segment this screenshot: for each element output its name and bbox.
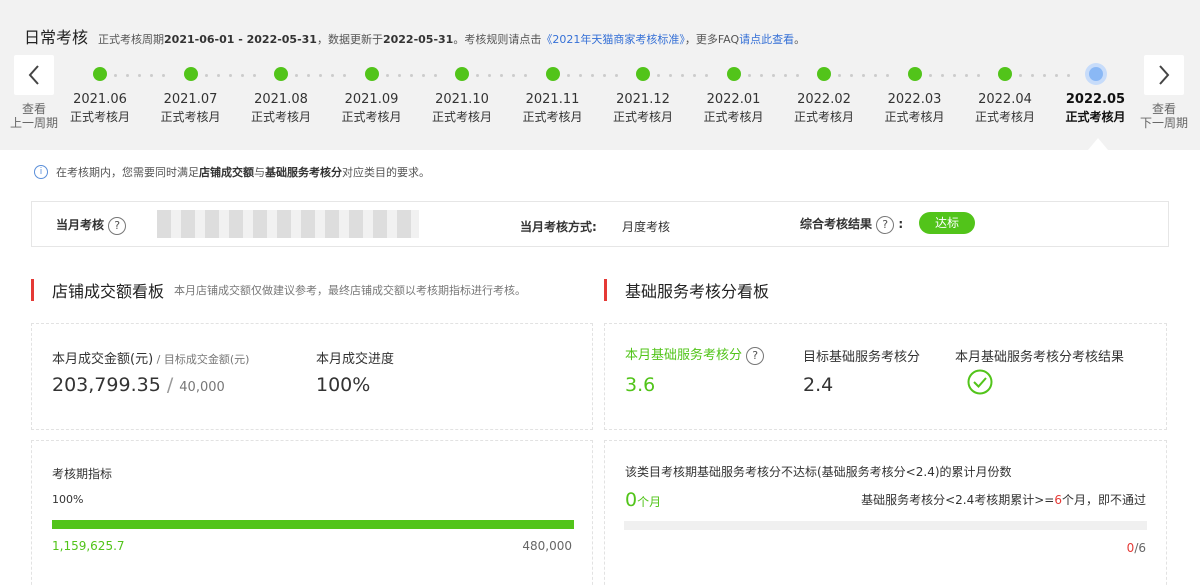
timeline-month-label: 2022.02	[797, 92, 851, 107]
gmv-note: 本月店铺成交额仅做建议参考，最终店铺成交额以考核期指标进行考核。	[174, 284, 527, 297]
info-icon: i	[34, 165, 48, 179]
timeline-dot	[998, 67, 1012, 81]
period-label: 考核期指标	[52, 467, 113, 481]
next-period-label[interactable]: 查看 下一周期	[1138, 102, 1190, 130]
target-score-value: 2.4	[803, 374, 834, 396]
timeline-month-type: 正式考核月	[69, 110, 130, 124]
score-value: 3.6	[625, 374, 656, 396]
timeline-dot	[183, 67, 198, 81]
check-circle-icon	[967, 369, 993, 395]
progress-value: 100%	[316, 374, 371, 396]
page-title: 日常考核	[24, 28, 89, 47]
timeline-month-type: 正式考核月	[160, 110, 221, 124]
timeline-month-type: 正式考核月	[522, 110, 583, 124]
fail-count: 0/6	[1126, 541, 1146, 555]
gmv-section-header: 店铺成交额看板 本月店铺成交额仅做建议参考，最终店铺成交额以考核期指标进行考核。	[31, 278, 526, 302]
timeline-month-label: 2021.09	[344, 92, 399, 107]
service-fail-card: 该类目考核期基础服务考核分不达标(基础服务考核分<2.4)的累计月份数 0个月 …	[604, 440, 1167, 586]
timeline-month-label: 2021.06	[73, 92, 127, 107]
timeline-month-type: 正式考核月	[250, 110, 311, 124]
fail-progress-track	[624, 521, 1147, 530]
timeline-month[interactable]: 2022.05 正式考核月	[1056, 67, 1136, 125]
timeline-dot	[1088, 67, 1103, 81]
current-month-caret	[1088, 138, 1108, 150]
assess-label: 当月考核 ?	[56, 216, 127, 235]
next-period-button[interactable]	[1144, 55, 1184, 95]
timeline-dot	[636, 67, 650, 81]
prev-period-label[interactable]: 查看 上一周期	[8, 102, 60, 130]
fail-label: 该类目考核期基础服务考核分不达标(基础服务考核分<2.4)的累计月份数	[625, 465, 1012, 479]
period-progress-track	[52, 520, 574, 529]
timeline-month-label: 2021.11	[525, 92, 580, 107]
timeline-month-type: 正式考核月	[793, 110, 854, 124]
help-icon[interactable]: ?	[108, 217, 127, 235]
prev-period-button[interactable]	[14, 55, 54, 95]
fail-rule: 基础服务考核分<2.4考核期累计>=6个月，即不通过	[861, 493, 1146, 507]
notice-text: 在考核期内，您需要同时满足店铺成交额与基础服务考核分对应类目的要求。	[56, 166, 430, 179]
timeline-month-type: 正式考核月	[974, 110, 1035, 124]
period-info: 正式考核周期2021-06-01 - 2022-05-31，数据更新于2022-…	[98, 33, 806, 46]
gmv-title: 店铺成交额看板	[52, 282, 165, 301]
method-label: 当月考核方式:	[520, 220, 597, 234]
timeline-month-label: 2021.08	[254, 92, 308, 107]
timeline-month-type: 正式考核月	[431, 110, 492, 124]
period-target: 480,000	[522, 539, 572, 553]
timeline-month-type: 正式考核月	[1065, 110, 1126, 124]
chevron-left-icon	[28, 65, 39, 85]
timeline-month-type: 正式考核月	[884, 110, 945, 124]
period-percent: 100%	[52, 493, 84, 506]
timeline-dot	[93, 67, 107, 81]
timeline-dot	[455, 67, 469, 81]
page-header: 日常考核 正式考核周期2021-06-01 - 2022-05-31，数据更新于…	[24, 24, 805, 48]
faq-link[interactable]: 请点此查看	[739, 33, 794, 46]
timeline-dot	[364, 67, 379, 81]
redacted-shop-info	[157, 210, 419, 238]
chevron-right-icon	[1159, 65, 1170, 85]
timeline-dot	[817, 67, 831, 81]
timeline-dot	[726, 67, 741, 81]
timeline-dot	[274, 67, 288, 81]
timeline-month-type: 正式考核月	[703, 110, 764, 124]
target-score-label: 目标基础服务考核分	[803, 350, 921, 365]
service-month-card: 本月基础服务考核分 ? 3.6 目标基础服务考核分 2.4 本月基础服务考核分考…	[604, 323, 1167, 430]
amount-value: 203,799.35 / 40,000	[52, 374, 225, 396]
timeline-month-label: 2022.01	[706, 92, 761, 107]
timeline-month-label: 2021.10	[435, 92, 489, 107]
timeline-dot	[907, 67, 922, 81]
amount-label: 本月成交金额(元) / 目标成交金额(元)	[52, 352, 250, 367]
timeline-month-label: 2022.03	[887, 92, 942, 107]
score-label: 本月基础服务考核分 ?	[625, 344, 765, 365]
method-value: 月度考核	[622, 220, 671, 234]
timeline-month-label: 2021.07	[163, 92, 218, 107]
timeline-month-label: 2022.04	[978, 92, 1032, 107]
period-done: 1,159,625.7	[52, 539, 125, 553]
timeline-dot	[545, 67, 560, 81]
notice: i 在考核期内，您需要同时满足店铺成交额与基础服务考核分对应类目的要求。	[34, 164, 430, 180]
help-icon[interactable]: ?	[876, 216, 895, 234]
help-icon[interactable]: ?	[746, 347, 765, 365]
timeline-month-type: 正式考核月	[341, 110, 402, 124]
service-title: 基础服务考核分看板	[625, 282, 770, 301]
timeline-month-label: 2022.05	[1065, 92, 1126, 107]
score-result-label: 本月基础服务考核分考核结果	[955, 350, 1125, 365]
service-section-header: 基础服务考核分看板	[604, 278, 769, 302]
gmv-month-card: 本月成交金额(元) / 目标成交金额(元) 203,799.35 / 40,00…	[31, 323, 593, 430]
result-label: 综合考核结果 ? :	[800, 215, 903, 234]
timeline-month-type: 正式考核月	[612, 110, 673, 124]
summary-bar: 当月考核 ? 当月考核方式: 月度考核 综合考核结果 ? : 达标	[31, 201, 1169, 247]
progress-label: 本月成交进度	[316, 352, 395, 367]
gmv-period-card: 考核期指标 100% 1,159,625.7 480,000	[31, 440, 593, 586]
period-progress-fill	[52, 520, 574, 529]
status-badge: 达标	[919, 212, 975, 234]
fail-value: 0个月	[625, 489, 662, 511]
rule-link[interactable]: 《2021年天猫商家考核标准》	[541, 33, 685, 46]
timeline-month-label: 2021.12	[616, 92, 670, 107]
